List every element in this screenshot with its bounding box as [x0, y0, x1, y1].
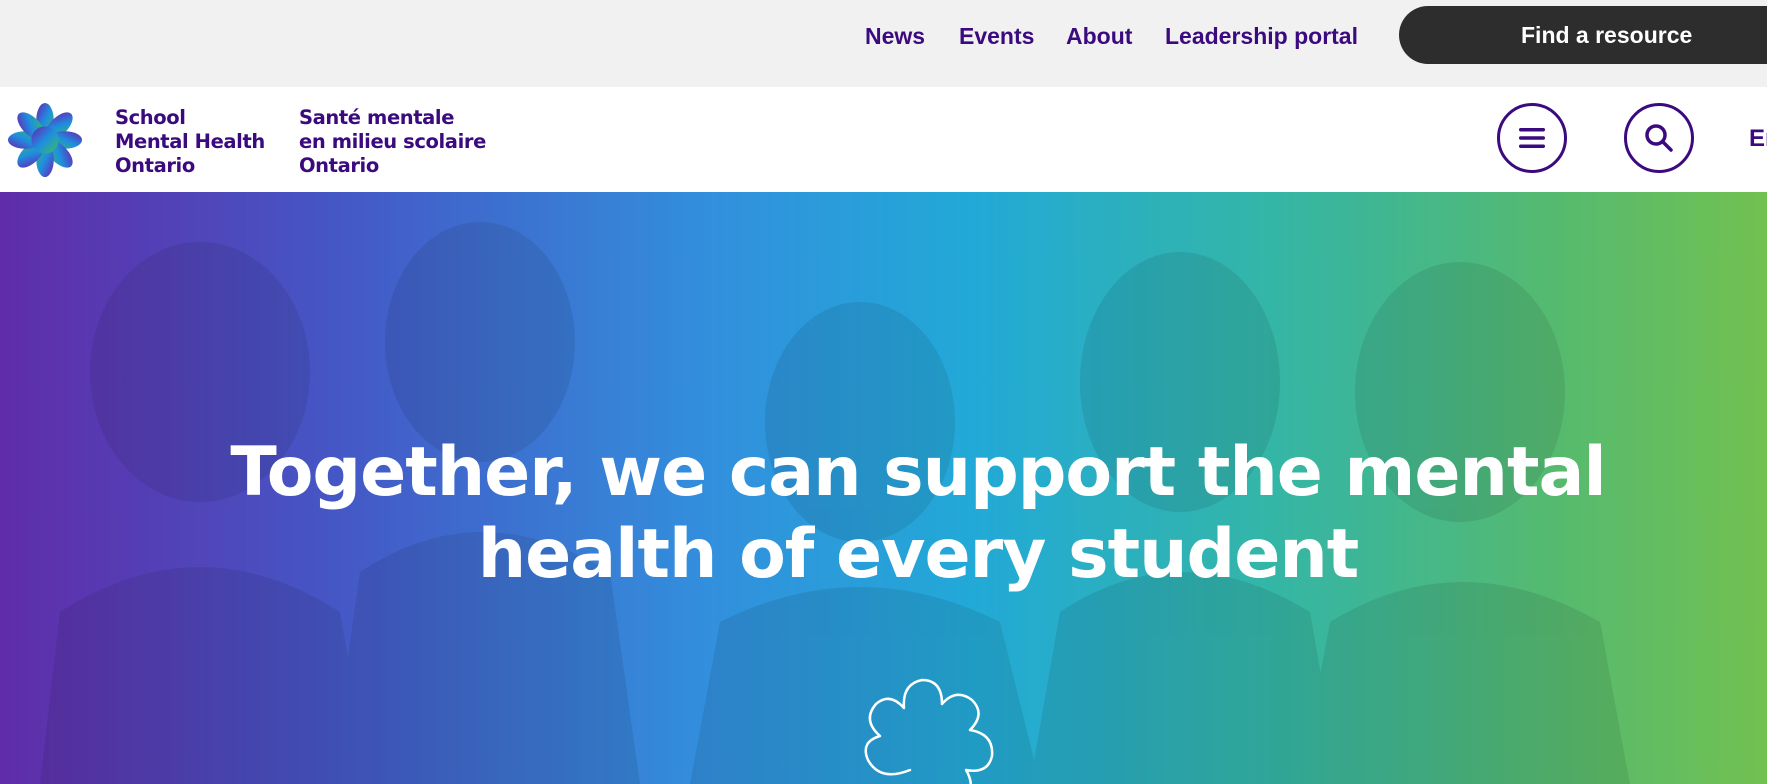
- hero-heading-line-1: Together, we can support the mental: [230, 433, 1606, 512]
- logo-fr-line-2: en milieu scolaire: [299, 130, 486, 153]
- find-a-resource-button[interactable]: Find a resource: [1399, 6, 1767, 64]
- language-toggle-link[interactable]: En: [1749, 125, 1767, 153]
- logo-en-line-1: School: [115, 106, 186, 129]
- logo-en-line-2: Mental Health: [115, 130, 265, 153]
- flower-logo-icon[interactable]: [6, 101, 84, 179]
- logo-fr-line-3: Ontario: [299, 154, 379, 177]
- utility-link-leadership-portal[interactable]: Leadership portal: [1165, 18, 1358, 54]
- site-header: School Mental Health Ontario Santé menta…: [0, 87, 1767, 192]
- menu-button[interactable]: [1497, 103, 1567, 173]
- logo-en-line-3: Ontario: [115, 154, 195, 177]
- hero-heading-line-2: health of every student: [477, 515, 1360, 594]
- hamburger-menu-icon: [1519, 128, 1545, 148]
- utility-link-about[interactable]: About: [1066, 18, 1132, 54]
- flower-outline-icon: [864, 678, 994, 784]
- utility-link-news[interactable]: News: [865, 18, 925, 54]
- logo-text-english[interactable]: School Mental Health Ontario: [115, 106, 265, 178]
- utility-bar: News Events About Leadership portal Find…: [0, 0, 1767, 87]
- search-button[interactable]: [1624, 103, 1694, 173]
- logo-fr-line-1: Santé mentale: [299, 106, 455, 129]
- logo-text-french[interactable]: Santé mentale en milieu scolaire Ontario: [299, 106, 486, 178]
- search-icon: [1645, 124, 1673, 152]
- utility-link-events[interactable]: Events: [959, 18, 1034, 54]
- hero-banner: Together, we can support the mental heal…: [0, 192, 1767, 784]
- hero-heading: Together, we can support the mental heal…: [0, 432, 1767, 596]
